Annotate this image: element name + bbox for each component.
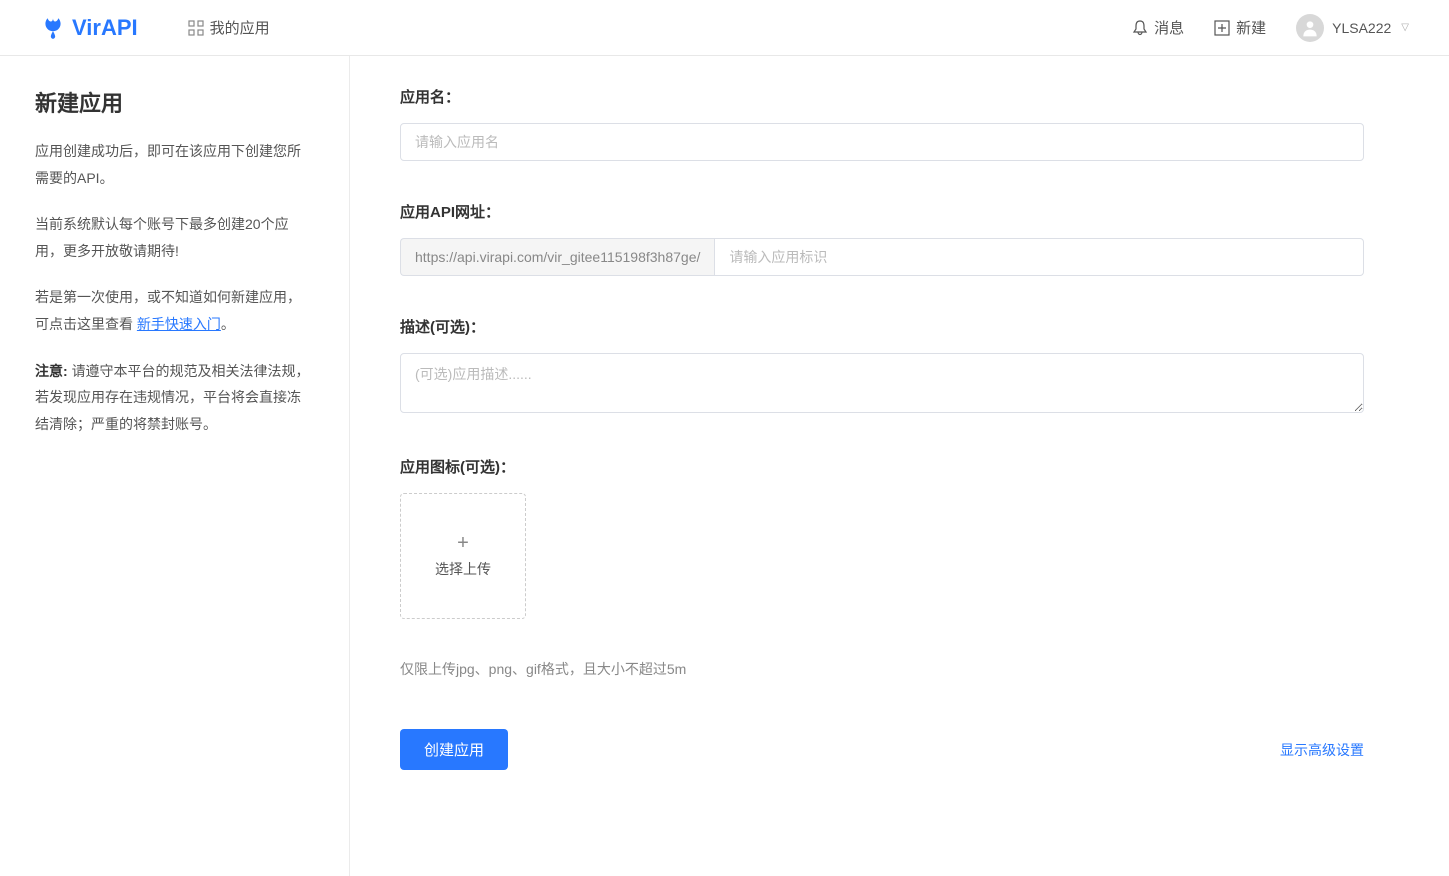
sidebar-p2: 当前系统默认每个账号下最多创建20个应用，更多开放敬请期待!: [35, 211, 314, 264]
quick-start-link[interactable]: 新手快速入门: [137, 316, 221, 332]
sidebar-p4-text: 请遵守本平台的规范及相关法律法规，若发现应用存在违规情况，平台将会直接冻结清除；…: [35, 363, 310, 432]
header-right: 消息 新建 YLSA222 ▽: [1132, 14, 1409, 42]
api-url-label: 应用API网址：: [400, 201, 1364, 222]
sidebar-p1: 应用创建成功后，即可在该应用下创建您所需要的API。: [35, 138, 314, 191]
apps-icon: [188, 20, 204, 36]
sidebar: 新建应用 应用创建成功后，即可在该应用下创建您所需要的API。 当前系统默认每个…: [0, 56, 350, 876]
main-form: 应用名： 应用API网址： https://api.virapi.com/vir…: [350, 56, 1449, 876]
description-textarea[interactable]: [400, 353, 1364, 413]
icon-label: 应用图标(可选)：: [400, 456, 1364, 477]
upload-button[interactable]: + 选择上传: [400, 493, 526, 619]
logo[interactable]: VirAPI: [40, 15, 138, 41]
messages-button[interactable]: 消息: [1132, 17, 1184, 38]
new-label: 新建: [1236, 17, 1266, 38]
sidebar-p4-strong: 注意:: [35, 363, 72, 379]
top-header: VirAPI 我的应用 消息 新建 YLSA222 ▽: [0, 0, 1449, 56]
upload-hint: 仅限上传jpg、png、gif格式，且大小不超过5m: [400, 659, 1364, 679]
plus-icon: +: [457, 533, 469, 553]
advanced-settings-link[interactable]: 显示高级设置: [1280, 740, 1364, 760]
logo-text: VirAPI: [72, 15, 138, 41]
app-name-input[interactable]: [400, 123, 1364, 161]
username: YLSA222: [1332, 20, 1391, 36]
api-url-prefix: https://api.virapi.com/vir_gitee115198f3…: [400, 238, 714, 276]
user-menu[interactable]: YLSA222 ▽: [1296, 14, 1409, 42]
sidebar-title: 新建应用: [35, 86, 314, 118]
nav-my-apps-label: 我的应用: [210, 17, 270, 38]
sidebar-p3-suffix: 。: [221, 316, 235, 332]
logo-icon: [40, 15, 66, 41]
plus-box-icon: [1214, 20, 1230, 36]
sidebar-p4: 注意: 请遵守本平台的规范及相关法律法规，若发现应用存在违规情况，平台将会直接冻…: [35, 358, 314, 438]
app-name-label: 应用名：: [400, 86, 1364, 107]
description-label: 描述(可选)：: [400, 316, 1364, 337]
chevron-down-icon: ▽: [1401, 22, 1409, 33]
sidebar-p3: 若是第一次使用，或不知道如何新建应用，可点击这里查看 新手快速入门。: [35, 284, 314, 337]
avatar: [1296, 14, 1324, 42]
submit-button[interactable]: 创建应用: [400, 729, 508, 770]
messages-label: 消息: [1154, 17, 1184, 38]
nav-my-apps[interactable]: 我的应用: [188, 17, 270, 38]
upload-text: 选择上传: [435, 559, 491, 579]
api-slug-input[interactable]: [714, 238, 1364, 276]
bell-icon: [1132, 20, 1148, 36]
new-button[interactable]: 新建: [1214, 17, 1266, 38]
